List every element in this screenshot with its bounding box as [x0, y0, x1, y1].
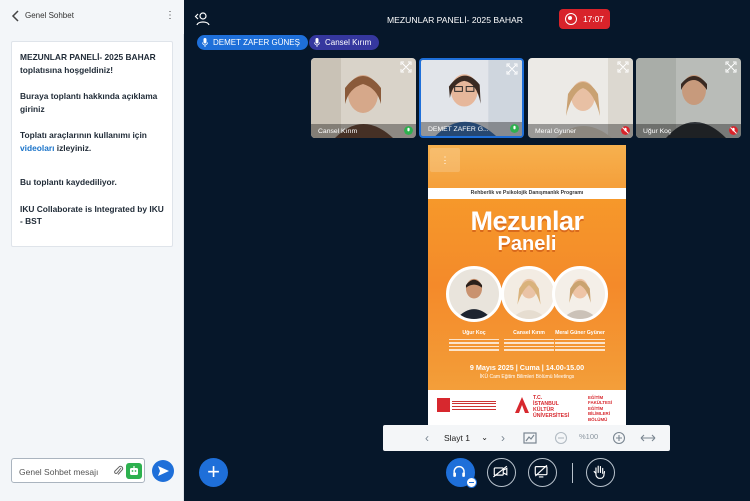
- send-icon: [158, 466, 169, 476]
- actions-plus-button[interactable]: +: [199, 458, 228, 487]
- zoom-in-icon[interactable]: [612, 430, 626, 446]
- fullscreen-icon[interactable]: [725, 61, 737, 73]
- talking-indicator: DEMET ZAFER GÜNEŞ: [197, 35, 308, 50]
- welcome-suffix: toplatısına hoşgeldiniz!: [20, 64, 114, 75]
- welcome-greeting: MEZUNLAR PANELİ- 2025 BAHAR toplatısına …: [20, 51, 164, 76]
- mic-icon: [202, 38, 208, 47]
- speaker-portrait: [555, 269, 605, 319]
- slide-footer: T.C. İSTANBUL KÜLTÜR ÜNİVERSİTESİ EĞİTİM…: [428, 390, 626, 426]
- speaker-description: [501, 337, 557, 357]
- emoji-icon[interactable]: [126, 463, 142, 479]
- user-list-icon[interactable]: [194, 11, 210, 27]
- presentation-slide[interactable]: ⋮ Rehberlik ve Psikolojik Danışmanlık Pr…: [428, 145, 626, 426]
- toolbar-divider: [572, 463, 573, 483]
- video-tile[interactable]: Meral Gyuner: [528, 58, 633, 138]
- video-tile[interactable]: Cansel Kırım: [311, 58, 416, 138]
- talking-indicator: Cansel Kırım: [309, 35, 380, 50]
- talker-name: DEMET ZAFER GÜNEŞ: [213, 38, 300, 47]
- audio-button[interactable]: [446, 458, 477, 488]
- university-name: T.C. İSTANBUL KÜLTÜR ÜNİVERSİTESİ: [533, 395, 570, 419]
- camera-button[interactable]: [487, 458, 516, 487]
- tools-text-after: izleyiniz.: [56, 142, 92, 153]
- speaker-description: [552, 337, 608, 357]
- chat-header: Genel Sohbet ⋮: [0, 0, 184, 34]
- event-date: 9 Mayıs 2025 | Cuma | 14.00-15.00: [469, 363, 585, 372]
- welcome-description: Buraya toplantı hakkında açıklama girini…: [20, 91, 158, 114]
- chat-title: Genel Sohbet: [25, 11, 74, 20]
- integration-note: IKU Collaborate is Integrated by IKU - B…: [20, 203, 164, 227]
- screen-share-button[interactable]: [528, 458, 557, 487]
- sdg-logo: [437, 398, 450, 412]
- speaker-portrait: [449, 269, 499, 319]
- participant-name: DEMET ZAFER G...: [428, 126, 489, 133]
- chat-input-box: [11, 458, 145, 483]
- tools-text: Toplatı araçlarının kullanımı için: [20, 130, 147, 140]
- event-place: İKÜ Cam Eğitim Bilimleri Bölümü Meetings: [479, 374, 575, 380]
- department-name: EĞİTİM FAKÜLTESİ EĞİTİM BİLİMLERİ BÖLÜMÜ: [588, 395, 613, 422]
- mic-muted-icon: [729, 126, 738, 135]
- speaker-photo: [501, 266, 557, 322]
- chevron-left-icon[interactable]: [9, 9, 23, 23]
- speaker-name: Uğur Koç: [462, 330, 486, 336]
- slide-subtitle: Paneli: [497, 233, 557, 255]
- chevron-down-icon: ⌄: [481, 433, 488, 442]
- zoom-out-icon[interactable]: [554, 430, 568, 446]
- fullscreen-icon[interactable]: [617, 61, 629, 73]
- raise-hand-button[interactable]: [586, 458, 615, 487]
- presentation-toolbar: ‹ Slayt 1 ⌄ › %100: [383, 425, 670, 451]
- mic-muted-icon: [621, 126, 630, 135]
- current-slide: Slayt 1: [444, 433, 470, 443]
- record-icon: [565, 13, 577, 25]
- fullscreen-icon[interactable]: [400, 61, 412, 73]
- chat-message-input[interactable]: [19, 465, 111, 478]
- meeting-main: MEZUNLAR PANELİ- 2025 BAHAR 17:07 DEMET …: [185, 0, 750, 501]
- zoom-level: %100: [579, 432, 599, 441]
- welcome-tools: Toplatı araçlarının kullanımı için video…: [20, 129, 164, 154]
- fullscreen-icon[interactable]: [506, 63, 518, 75]
- slide-program-name: Rehberlik ve Psikolojik Danışmanlık Prog…: [470, 189, 584, 196]
- videos-link[interactable]: videoları: [20, 143, 54, 153]
- annotation-icon[interactable]: [522, 430, 538, 446]
- app-root: Genel Sohbet ⋮ MEZUNLAR PANELİ- 2025 BAH…: [0, 0, 750, 501]
- camera-off-icon: [493, 465, 508, 478]
- welcome-message: MEZUNLAR PANELİ- 2025 BAHAR toplatısına …: [11, 41, 173, 247]
- chat-panel: Genel Sohbet ⋮ MEZUNLAR PANELİ- 2025 BAH…: [0, 0, 184, 501]
- mic-icon: [314, 38, 320, 47]
- speaker-photo: [552, 266, 608, 322]
- welcome-meeting-name: MEZUNLAR PANELİ- 2025 BAHAR: [20, 52, 156, 62]
- mic-on-icon: [404, 126, 413, 135]
- university-logo: [515, 397, 529, 413]
- speaker-description: [446, 337, 502, 357]
- next-slide-button[interactable]: ›: [496, 430, 510, 446]
- slide-options-icon[interactable]: ⋮: [430, 148, 460, 172]
- sdg-logo-text: [452, 399, 496, 411]
- send-button[interactable]: [152, 460, 174, 482]
- meeting-title: MEZUNLAR PANELİ- 2025 BAHAR: [387, 15, 523, 25]
- speaker-name: Meral Güner Gyüner: [555, 330, 605, 336]
- fit-width-icon[interactable]: [639, 430, 657, 446]
- slide-selector[interactable]: Slayt 1 ⌄: [444, 431, 488, 445]
- speaker-portrait: [504, 269, 554, 319]
- recording-indicator[interactable]: 17:07: [559, 9, 610, 29]
- attachment-icon[interactable]: [113, 465, 124, 477]
- participant-name: Meral Gyuner: [535, 128, 577, 135]
- more-options-icon[interactable]: ⋮: [165, 10, 175, 22]
- mic-on-icon: [510, 124, 519, 133]
- participant-name: Uğur Koç: [643, 128, 672, 135]
- recording-time: 17:07: [583, 14, 604, 24]
- video-tile[interactable]: Uğur Koç: [636, 58, 741, 138]
- leave-audio-icon[interactable]: [466, 477, 477, 488]
- hand-icon: [593, 465, 606, 479]
- video-tile-active-speaker[interactable]: DEMET ZAFER G...: [419, 58, 524, 138]
- screen-share-off-icon: [534, 464, 548, 478]
- participant-name: Cansel Kırım: [318, 128, 358, 135]
- talker-name: Cansel Kırım: [325, 38, 372, 47]
- previous-slide-button[interactable]: ‹: [420, 430, 434, 446]
- speaker-photo: [446, 266, 502, 322]
- recording-note: Bu toplantı kaydediliyor.: [20, 177, 117, 187]
